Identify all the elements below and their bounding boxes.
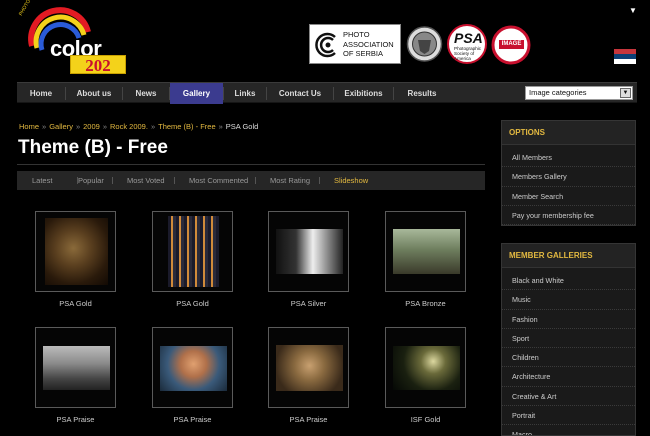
psa-subtitle: Photographic Society of America xyxy=(454,46,482,61)
breadcrumb-gallery[interactable]: Gallery xyxy=(49,122,73,131)
psa-logo[interactable]: PSA Photographic Society of America xyxy=(446,24,488,64)
breadcrumb-event[interactable]: Rock 2009. xyxy=(110,122,148,131)
gallery-cat-children[interactable]: Children xyxy=(502,348,635,368)
gallery-cat-portrait[interactable]: Portrait xyxy=(502,406,635,426)
nav-about-us[interactable]: About us xyxy=(66,83,122,104)
gallery-thumb-3[interactable] xyxy=(268,211,349,292)
sort-most-voted[interactable]: Most Voted xyxy=(127,171,165,190)
option-member-search[interactable]: Member Search xyxy=(502,187,635,206)
breadcrumb-year[interactable]: 2009 xyxy=(83,122,100,131)
thumb-image xyxy=(276,229,343,274)
gallery-caption-6: PSA Praise xyxy=(173,415,212,424)
sort-most-commented[interactable]: Most Commented xyxy=(189,171,248,190)
thumb-image xyxy=(168,216,219,287)
gallery-cat-music[interactable]: Music xyxy=(502,290,635,310)
nav-home[interactable]: Home xyxy=(17,83,65,104)
gallery-caption-7: PSA Praise xyxy=(289,415,328,424)
options-title: OPTIONS xyxy=(502,121,635,145)
nav-exibitions[interactable]: Exibitions xyxy=(334,83,393,104)
gallery-thumb-8[interactable] xyxy=(385,327,466,408)
logo-number: 202 xyxy=(70,55,126,75)
image-badge-text: IMAGE xyxy=(499,40,524,49)
gallery-thumb-5[interactable] xyxy=(35,327,116,408)
thumb-image xyxy=(45,218,108,285)
image-categories-value: Image categories xyxy=(529,88,587,97)
sort-latest[interactable]: Latest xyxy=(32,171,52,190)
nav-gallery[interactable]: Gallery xyxy=(170,83,223,104)
options-panel: OPTIONS All Members Members Gallery Memb… xyxy=(501,120,636,227)
header: PHOTO CLUB color 202 PHOTO ASSOCIATION O… xyxy=(0,0,650,80)
gallery-caption-2: PSA Gold xyxy=(176,299,209,308)
gallery-caption-8: ISF Gold xyxy=(410,415,441,424)
serbian-flag-icon[interactable] xyxy=(614,49,636,64)
member-galleries-panel: MEMBER GALLERIES Black and White Music F… xyxy=(501,243,636,436)
thumb-image xyxy=(43,346,110,390)
member-galleries-title: MEMBER GALLERIES xyxy=(502,244,635,268)
nav-news[interactable]: News xyxy=(123,83,169,104)
thumb-image xyxy=(393,346,460,390)
breadcrumb: Home» Gallery» 2009» Rock 2009.» Theme (B) -… xyxy=(19,122,259,131)
breadcrumb-current: PSA Gold xyxy=(225,122,259,131)
federation-badge[interactable] xyxy=(406,24,443,64)
nav-contact-us[interactable]: Contact Us xyxy=(267,83,333,104)
rings-icon xyxy=(315,32,336,58)
menu-arrow-icon[interactable]: ▼ xyxy=(629,6,637,15)
association-line-2: ASSOCIATION xyxy=(343,39,394,49)
gallery-cat-architecture[interactable]: Architecture xyxy=(502,367,635,387)
gallery-thumb-7[interactable] xyxy=(268,327,349,408)
gallery-thumb-2[interactable] xyxy=(152,211,233,292)
image-logo[interactable]: IMAGE xyxy=(491,25,531,65)
photo-association-logo[interactable]: PHOTO ASSOCIATION OF SERBIA xyxy=(309,24,401,64)
association-line-3: OF SERBIA xyxy=(343,49,384,58)
option-pay-membership[interactable]: Pay your membership fee xyxy=(502,206,635,226)
gallery-caption-4: PSA Bronze xyxy=(405,299,446,308)
sort-most-rating[interactable]: Most Rating xyxy=(270,171,310,190)
page-title: Theme (B) - Free xyxy=(18,137,168,158)
main-navbar: Home About us News Gallery Links Contact… xyxy=(17,82,637,104)
nav-results[interactable]: Results xyxy=(394,83,450,104)
gallery-cat-macro[interactable]: Macro xyxy=(502,425,635,435)
nav-links[interactable]: Links xyxy=(224,83,266,104)
title-divider xyxy=(17,164,485,165)
thumb-image xyxy=(160,346,227,391)
breadcrumb-theme[interactable]: Theme (B) - Free xyxy=(158,122,216,131)
sort-slideshow[interactable]: Slideshow xyxy=(334,171,368,190)
gallery-cat-fashion[interactable]: Fashion xyxy=(502,310,635,329)
thumb-image xyxy=(393,229,460,274)
gallery-thumb-4[interactable] xyxy=(385,211,466,292)
gallery-caption-1: PSA Gold xyxy=(59,299,92,308)
gallery-thumb-6[interactable] xyxy=(152,327,233,408)
gallery-cat-black-and-white[interactable]: Black and White xyxy=(502,271,635,291)
thumb-image xyxy=(276,345,343,391)
option-all-members[interactable]: All Members xyxy=(502,148,635,168)
image-categories-select[interactable]: Image categories ▼ xyxy=(525,86,633,100)
select-arrow-icon[interactable]: ▼ xyxy=(620,88,631,98)
breadcrumb-home[interactable]: Home xyxy=(19,122,39,131)
sort-popular[interactable]: Popular xyxy=(78,171,104,190)
gallery-caption-3: PSA Silver xyxy=(290,299,327,308)
gallery-cat-creative-art[interactable]: Creative & Art xyxy=(502,387,635,407)
option-members-gallery[interactable]: Members Gallery xyxy=(502,167,635,187)
psa-text: PSA xyxy=(454,30,483,46)
shield-badge-icon xyxy=(406,26,443,62)
association-line-1: PHOTO xyxy=(343,30,370,39)
gallery-caption-5: PSA Praise xyxy=(56,415,95,424)
sort-bar: Latest Popular Most Voted Most Commented… xyxy=(17,171,485,190)
gallery-cat-sport[interactable]: Sport xyxy=(502,329,635,349)
site-logo[interactable]: PHOTO CLUB color 202 xyxy=(18,0,126,76)
gallery-thumb-1[interactable] xyxy=(35,211,116,292)
